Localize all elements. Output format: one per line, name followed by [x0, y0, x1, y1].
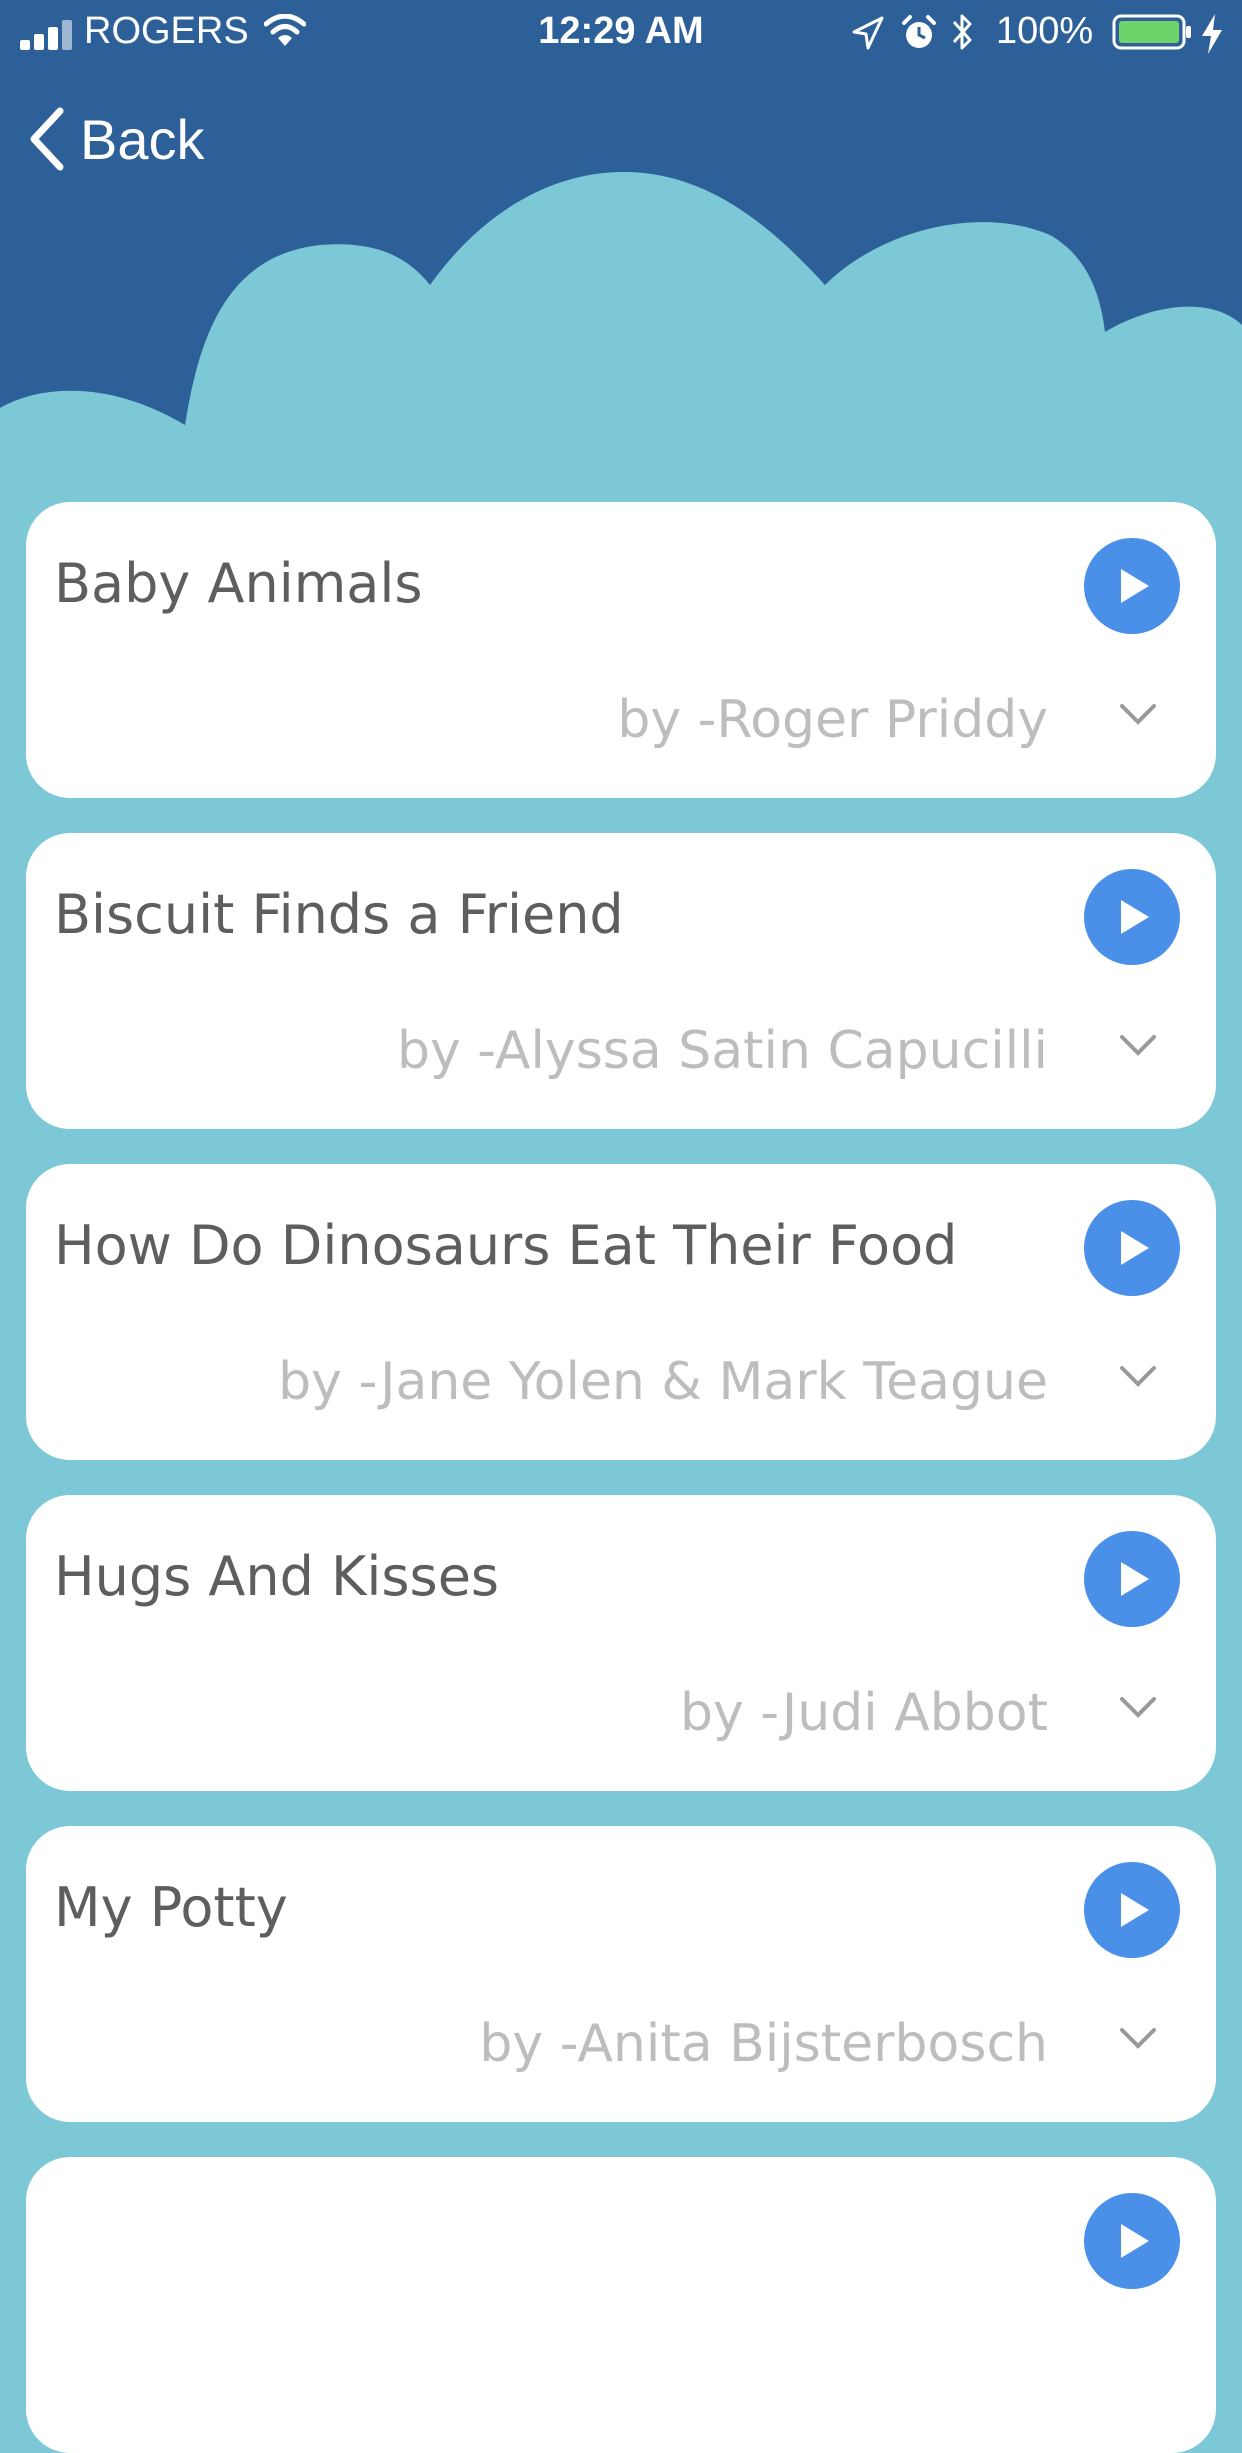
- book-title: Hugs And Kisses: [54, 1545, 500, 1608]
- location-arrow-icon: [852, 16, 884, 50]
- chevron-down-icon[interactable]: [1118, 1695, 1158, 1719]
- book-card-partial[interactable]: [26, 2157, 1216, 2453]
- play-icon: [1121, 900, 1149, 934]
- play-button[interactable]: [1084, 2193, 1180, 2289]
- play-icon: [1121, 1231, 1149, 1265]
- alarm-icon: [902, 15, 936, 48]
- book-author: by -Judi Abbot: [679, 1683, 1048, 1743]
- play-icon: [1121, 1893, 1149, 1927]
- chevron-down-icon[interactable]: [1118, 702, 1158, 726]
- play-icon: [1121, 569, 1149, 603]
- play-icon: [1121, 1562, 1149, 1596]
- book-author: by -Alyssa Satin Capucilli: [396, 1021, 1048, 1081]
- book-card[interactable]: Baby Animals by -Roger Priddy: [26, 502, 1216, 798]
- book-title: Biscuit Finds a Friend: [54, 883, 624, 946]
- book-card[interactable]: How Do Dinosaurs Eat Their Food by -Jane…: [26, 1164, 1216, 1460]
- book-title: My Potty: [54, 1876, 288, 1939]
- play-button[interactable]: [1084, 538, 1180, 634]
- play-button[interactable]: [1084, 1200, 1180, 1296]
- play-button[interactable]: [1084, 1862, 1180, 1958]
- play-icon: [1121, 2224, 1149, 2258]
- book-card[interactable]: My Potty by -Anita Bijsterbosch: [26, 1826, 1216, 2122]
- battery-icon: [1112, 14, 1191, 50]
- battery-percentage: 100%: [996, 10, 1094, 52]
- play-button[interactable]: [1084, 869, 1180, 965]
- chevron-down-icon[interactable]: [1118, 2026, 1158, 2050]
- book-author: by -Jane Yolen & Mark Teague: [278, 1352, 1048, 1412]
- book-title: Baby Animals: [54, 552, 423, 615]
- book-title: How Do Dinosaurs Eat Their Food: [54, 1214, 958, 1277]
- cloud-decoration: [0, 171, 1242, 520]
- back-label: Back: [80, 107, 205, 171]
- chevron-down-icon[interactable]: [1118, 1364, 1158, 1388]
- book-card[interactable]: Hugs And Kisses by -Judi Abbot: [26, 1495, 1216, 1791]
- charging-bolt-icon: [1202, 14, 1222, 54]
- bluetooth-icon: [952, 14, 972, 50]
- status-bar: ROGERS 12:29 AM 100%: [0, 0, 1242, 70]
- book-author: by -Anita Bijsterbosch: [479, 2014, 1048, 2074]
- chevron-down-icon[interactable]: [1118, 1033, 1158, 1057]
- book-author: by -Roger Priddy: [617, 690, 1048, 750]
- play-button[interactable]: [1084, 1531, 1180, 1627]
- back-button[interactable]: Back: [28, 104, 205, 174]
- chevron-left-icon: [30, 107, 64, 171]
- book-card[interactable]: Biscuit Finds a Friend by -Alyssa Satin …: [26, 833, 1216, 1129]
